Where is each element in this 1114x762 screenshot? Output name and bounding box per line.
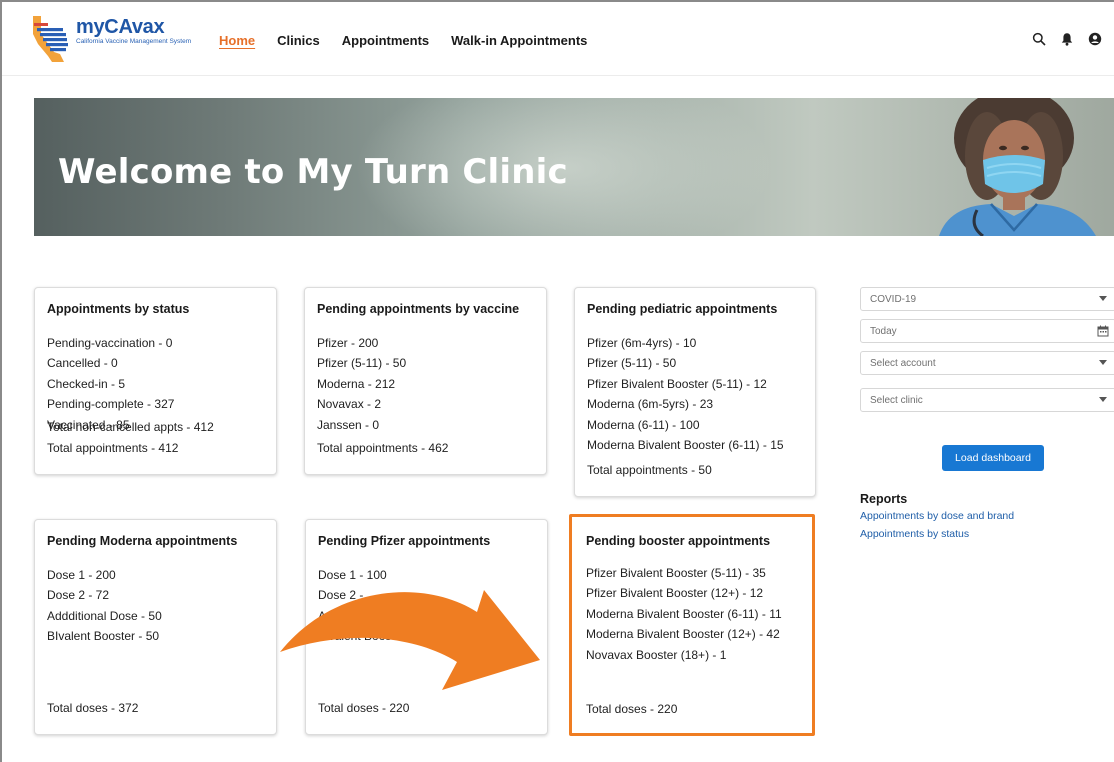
list-item: A xyxy=(318,608,327,623)
card-lines: Pfizer Bivalent Booster (5-11) - 35 Pfiz… xyxy=(586,563,782,665)
list-item: Cancelled - 0 xyxy=(47,356,118,371)
nav-clinics[interactable]: Clinics xyxy=(277,33,320,48)
vaccine-select[interactable]: COVID-19 xyxy=(860,287,1114,311)
page: myCAvax California Vaccine Management Sy… xyxy=(0,0,1114,762)
list-item: BIvalent Booster - 50 xyxy=(47,629,160,644)
card-title: Pending pediatric appointments xyxy=(587,302,778,316)
card-title: Pending Pfizer appointments xyxy=(318,534,491,548)
chevron-down-icon xyxy=(1099,360,1107,365)
card-footer: Total non-cancelled appts - 412 Total ap… xyxy=(47,417,214,458)
vaccine-select-value: COVID-19 xyxy=(870,294,917,305)
card-footer: Total doses - 220 xyxy=(318,698,409,718)
list-item: Janssen - 0 xyxy=(317,417,380,432)
report-link-dose-and-brand[interactable]: Appointments by dose and brand xyxy=(860,510,1014,522)
card-title: Pending appointments by vaccine xyxy=(317,302,520,316)
card-title: Appointments by status xyxy=(47,302,190,316)
list-item: Addditional Dose - 50 xyxy=(47,608,162,623)
list-item: Moderna Bivalent Booster (6-11) - 15 xyxy=(587,438,784,453)
list-item: Pfizer Bivalent Booster (12+) - 12 xyxy=(586,586,764,601)
card-footer: Total doses - 220 xyxy=(586,699,677,719)
card-footer: Total appointments - 462 xyxy=(317,438,448,458)
clinic-select-placeholder: Select clinic xyxy=(870,395,923,406)
list-item: Pfizer (5-11) - 50 xyxy=(317,356,407,371)
list-item: Pfizer (5-11) - 50 xyxy=(587,356,677,371)
list-item: Pfizer Bivalent Booster (5-11) - 12 xyxy=(587,376,767,391)
clinic-select[interactable]: Select clinic xyxy=(860,388,1114,412)
reports-heading: Reports xyxy=(860,492,908,506)
total-line: Total doses - 220 xyxy=(586,701,678,716)
list-item: Dose 2 - 72 xyxy=(47,588,110,603)
card-footer: Total appointments - 50 xyxy=(587,460,712,480)
nav-home[interactable]: Home xyxy=(219,33,255,48)
list-item: Pfizer - 200 xyxy=(317,336,379,350)
top-header: myCAvax California Vaccine Management Sy… xyxy=(2,2,1114,76)
list-item: Moderna - 212 xyxy=(317,376,396,391)
card-pending-booster: Pending booster appointments Pfizer Biva… xyxy=(569,514,815,736)
card-title: Pending booster appointments xyxy=(586,534,771,548)
list-item: Dose 1 - 200 xyxy=(47,568,116,582)
california-logo-icon[interactable] xyxy=(30,14,70,64)
list-item: Dose 2 - xyxy=(318,588,364,603)
card-pending-pediatric: Pending pediatric appointments Pfizer (6… xyxy=(574,287,816,497)
load-dashboard-button[interactable]: Load dashboard xyxy=(942,445,1044,471)
total-line: Total doses - 220 xyxy=(318,700,410,715)
total-line: Total appointments - 50 xyxy=(587,462,712,477)
list-item: Pfizer Bivalent Booster (5-11) - 35 xyxy=(586,566,766,580)
list-item: Moderna Bivalent Booster (6-11) - 11 xyxy=(586,606,782,621)
user-icon[interactable] xyxy=(1088,32,1102,46)
clinician-photo xyxy=(939,98,1096,236)
total-line: Total non-cancelled appts - 412 xyxy=(47,420,214,435)
card-appointments-by-status: Appointments by status Pending-vaccinati… xyxy=(34,287,277,475)
list-item: Novavax - 2 xyxy=(317,397,382,412)
list-item: Checked-in - 5 xyxy=(47,376,126,391)
list-item: Moderna (6m-5yrs) - 23 xyxy=(587,397,714,412)
chevron-down-icon xyxy=(1099,296,1107,301)
date-input-value: Today xyxy=(870,326,897,337)
card-lines: Pfizer (6m-4yrs) - 10 Pfizer (5-11) - 50… xyxy=(587,333,784,455)
bell-icon[interactable] xyxy=(1060,32,1074,46)
total-line: Total doses - 372 xyxy=(47,700,139,715)
main-nav: Home Clinics Appointments Walk-in Appoin… xyxy=(219,33,609,48)
list-item: Moderna Bivalent Booster (12+) - 42 xyxy=(586,627,780,642)
header-icons xyxy=(1032,32,1102,46)
card-pending-moderna: Pending Moderna appointments Dose 1 - 20… xyxy=(34,519,277,735)
search-icon[interactable] xyxy=(1032,32,1046,46)
card-lines: Dose 1 - 100 Dose 2 - A Bivalent Booster xyxy=(318,565,405,647)
card-title: Pending Moderna appointments xyxy=(47,534,238,548)
card-pending-by-vaccine: Pending appointments by vaccine Pfizer -… xyxy=(304,287,547,475)
brand-subtitle: California Vaccine Management System xyxy=(76,38,192,45)
nav-walk-in-appointments[interactable]: Walk-in Appointments xyxy=(451,33,587,48)
list-item: Pending-complete - 327 xyxy=(47,397,175,412)
list-item: Bivalent Booster xyxy=(318,629,406,644)
calendar-icon[interactable] xyxy=(1097,325,1109,337)
welcome-banner: Welcome to My Turn Clinic xyxy=(34,98,1114,236)
list-item: Pending-vaccination - 0 xyxy=(47,336,173,350)
account-select-placeholder: Select account xyxy=(870,358,936,369)
list-item: Novavax Booster (18+) - 1 xyxy=(586,647,727,662)
total-line: Total appointments - 462 xyxy=(317,440,449,455)
total-line: Total appointments - 412 xyxy=(47,440,179,455)
list-item: Pfizer (6m-4yrs) - 10 xyxy=(587,336,697,350)
report-link-by-status[interactable]: Appointments by status xyxy=(860,528,969,540)
chevron-down-icon xyxy=(1099,397,1107,402)
banner-title: Welcome to My Turn Clinic xyxy=(58,152,568,192)
list-item: Dose 1 - 100 xyxy=(318,568,387,582)
account-select[interactable]: Select account xyxy=(860,351,1114,375)
date-input[interactable]: Today xyxy=(860,319,1114,343)
brand-name: myCAvax xyxy=(76,16,165,38)
card-lines: Pfizer - 200 Pfizer (5-11) - 50 Moderna … xyxy=(317,333,406,435)
card-pending-pfizer: Pending Pfizer appointments Dose 1 - 100… xyxy=(305,519,548,735)
card-lines: Dose 1 - 200 Dose 2 - 72 Addditional Dos… xyxy=(47,565,162,647)
list-item: Moderna (6-11) - 100 xyxy=(587,417,700,432)
brand[interactable]: myCAvax California Vaccine Management Sy… xyxy=(76,16,191,45)
nav-appointments[interactable]: Appointments xyxy=(342,33,429,48)
card-footer: Total doses - 372 xyxy=(47,698,138,718)
